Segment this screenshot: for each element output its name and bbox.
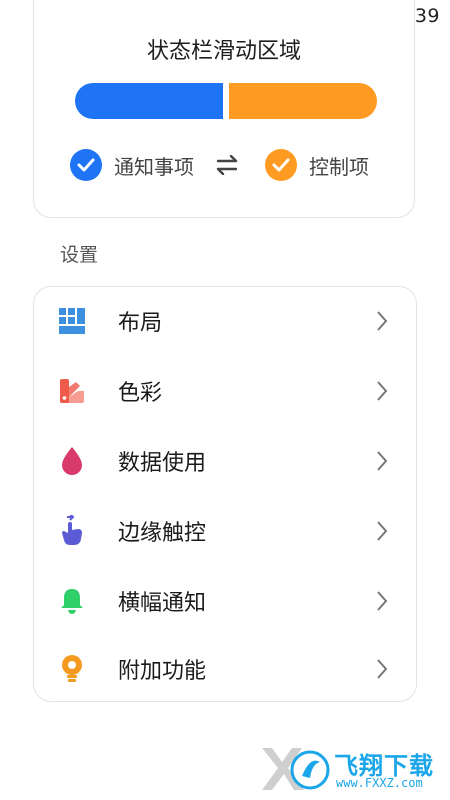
chevron-right-icon	[376, 590, 388, 612]
check-icon	[265, 149, 297, 181]
notification-legend[interactable]: 通知事项	[70, 149, 194, 181]
settings-item-label: 布局	[118, 311, 163, 336]
control-zone-bar[interactable]	[229, 83, 377, 119]
notification-zone-bar[interactable]	[75, 83, 223, 119]
settings-item-layout[interactable]: 布局	[34, 287, 416, 355]
water-drop-icon	[56, 445, 88, 477]
swap-arrows-icon[interactable]	[214, 154, 240, 179]
settings-item-label: 横幅通知	[118, 591, 207, 616]
hand-swipe-icon	[56, 515, 88, 547]
chevron-right-icon	[376, 520, 388, 542]
settings-section-label: 设置	[60, 244, 99, 266]
chevron-right-icon	[376, 450, 388, 472]
chevron-right-icon	[376, 658, 388, 680]
settings-item-edge-touch[interactable]: 边缘触控	[34, 497, 416, 565]
lightbulb-icon	[56, 653, 88, 685]
scroll-area-title: 状态栏滑动区域	[146, 39, 301, 64]
control-legend[interactable]: 控制项	[265, 149, 369, 181]
settings-item-banner-notification[interactable]: 横幅通知	[34, 567, 416, 635]
scroll-area-card: 状态栏滑动区域 通知事项 控制项	[33, 0, 415, 218]
control-label: 控制项	[309, 154, 369, 179]
settings-item-additional-features[interactable]: 附加功能	[34, 635, 416, 703]
settings-item-color[interactable]: 色彩	[34, 357, 416, 425]
watermark-logo: 飞翔下载 www.FXXZ.com	[258, 742, 444, 796]
palette-icon	[56, 375, 88, 407]
bell-icon	[56, 585, 88, 617]
settings-item-data-usage[interactable]: 数据使用	[34, 427, 416, 495]
notification-label: 通知事项	[114, 154, 194, 179]
chevron-right-icon	[376, 310, 388, 332]
settings-item-label: 色彩	[118, 381, 163, 406]
settings-item-label: 边缘触控	[118, 521, 207, 546]
watermark-emblem-icon	[262, 748, 330, 790]
settings-item-label: 附加功能	[118, 659, 207, 684]
settings-item-label: 数据使用	[118, 451, 207, 476]
chevron-right-icon	[376, 380, 388, 402]
settings-card: 布局 色彩 数据使用 边缘触控 横幅通知 附加功能	[33, 286, 417, 702]
layout-grid-icon	[56, 305, 88, 337]
watermark-url: www.FXXZ.com	[336, 776, 423, 790]
check-icon	[70, 149, 102, 181]
